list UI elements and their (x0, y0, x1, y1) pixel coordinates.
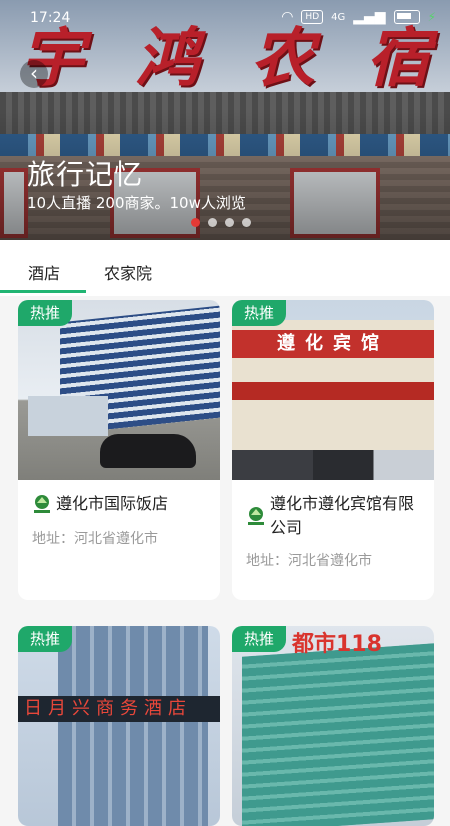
status-bar: 17:24 ◠ HD 4G ▂▄▆ ⚡ (0, 0, 450, 34)
photo-sign: 遵化宾馆 (232, 330, 434, 358)
hotel-card[interactable]: 遵化宾馆 热推 遵化市遵化宾馆有限公司 地址：河北省遵化市 (232, 300, 434, 600)
photo-sign: 都市118 (292, 632, 382, 657)
hot-badge: 热推 (232, 300, 287, 326)
wifi-icon: ◠ (281, 9, 294, 25)
signal-icon: 4G (331, 11, 346, 23)
tab-farmhouse[interactable]: 农家院 (104, 260, 152, 284)
car (100, 434, 196, 468)
carousel-dots (191, 218, 251, 227)
status-time: 17:24 (30, 10, 71, 26)
carousel-dot-active[interactable] (191, 218, 200, 227)
tab-hotel[interactable]: 酒店 (28, 260, 60, 284)
building (58, 626, 208, 826)
hot-badge: 热推 (232, 626, 287, 652)
status-icons: ◠ HD 4G ▂▄▆ ⚡ (281, 9, 436, 25)
back-button[interactable]: ‹ (20, 60, 48, 88)
battery-icon (393, 10, 420, 24)
hero-subtitle: 10人直播 200商家。10w人浏览 (27, 194, 246, 212)
hotel-photo: 都市118 (232, 626, 434, 826)
category-tabs: 酒店 农家院 (0, 240, 450, 296)
photo-sign: 日月兴商务酒店 (18, 696, 220, 722)
hot-badge: 热推 (18, 300, 73, 326)
cars (232, 450, 434, 480)
carousel-dot[interactable] (225, 218, 234, 227)
hotel-logo-icon (246, 506, 266, 528)
hotel-photo: 遵化宾馆 (232, 300, 434, 480)
carousel-dot[interactable] (208, 218, 217, 227)
hotel-address: 地址：河北省遵化市 (246, 553, 372, 569)
carousel-dot[interactable] (242, 218, 251, 227)
hotel-name: 遵化市遵化宾馆有限公司 (270, 494, 415, 537)
hot-badge: 热推 (18, 626, 73, 652)
hd-badge: HD (301, 10, 324, 24)
hotel-card[interactable]: 热推 遵化市国际饭店 地址：河北省遵化市 (18, 300, 220, 600)
hotel-card[interactable]: 都市118 热推 (232, 626, 434, 826)
building-banner (232, 382, 434, 400)
hero-title: 旅行记忆 (27, 158, 144, 191)
hotel-photo (18, 300, 220, 480)
charging-icon: ⚡ (427, 10, 436, 24)
hotel-name: 遵化市国际饭店 (56, 494, 169, 513)
hotel-address: 地址：河北省遵化市 (32, 531, 158, 547)
hotel-photo: 日月兴商务酒店 (18, 626, 220, 826)
hotel-card[interactable]: 日月兴商务酒店 热推 (18, 626, 220, 826)
active-tab-indicator (0, 290, 86, 293)
building (242, 643, 434, 826)
building (28, 396, 108, 436)
hotel-logo-icon (32, 494, 52, 516)
signal-bars-icon: ▂▄▆ (353, 9, 386, 25)
